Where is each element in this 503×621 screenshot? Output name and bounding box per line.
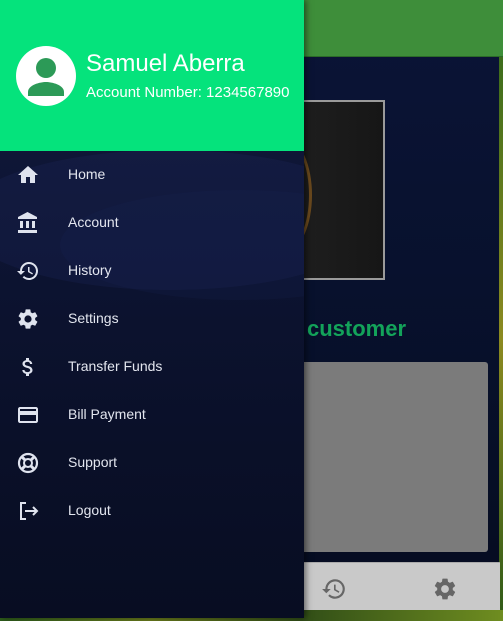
menu-item-label: Logout: [68, 502, 111, 518]
user-name: Samuel Aberra: [86, 50, 245, 77]
credit-card-icon: [18, 407, 38, 423]
history-icon: [17, 262, 38, 280]
lifebuoy-icon: [17, 452, 39, 474]
drawer-header: Samuel Aberra Account Number: 1234567890: [0, 0, 304, 151]
navigation-drawer: Samuel Aberra Account Number: 1234567890…: [0, 0, 304, 618]
menu-item-label: Transfer Funds: [68, 358, 163, 374]
dollar-icon: [22, 358, 33, 376]
gear-icon: [18, 309, 38, 329]
menu-item-account[interactable]: Account: [0, 199, 304, 247]
menu-item-label: Settings: [68, 310, 119, 326]
content-card: [290, 362, 488, 552]
background-image-edge: [499, 57, 503, 621]
account-number: Account Number: 1234567890: [86, 84, 290, 101]
menu-item-logout[interactable]: Logout: [0, 487, 304, 535]
logout-icon: [20, 502, 39, 520]
menu-item-bill-payment[interactable]: Bill Payment: [0, 391, 304, 439]
menu-item-label: Bill Payment: [68, 406, 146, 422]
welcome-text: customer: [307, 316, 407, 341]
menu-item-label: History: [68, 262, 112, 278]
bank-icon: [18, 212, 37, 233]
home-icon: [18, 166, 38, 183]
person-icon: [28, 58, 64, 96]
menu-item-settings[interactable]: Settings: [0, 295, 304, 343]
avatar[interactable]: [16, 46, 76, 106]
history-icon[interactable]: [321, 576, 347, 602]
menu-item-label: Home: [68, 166, 106, 182]
menu-item-support[interactable]: Support: [0, 439, 304, 487]
menu-item-label: Support: [68, 454, 118, 470]
menu-item-transfer-funds[interactable]: Transfer Funds: [0, 343, 304, 391]
menu-item-label: Account: [68, 214, 119, 230]
menu-item-history[interactable]: History: [0, 247, 304, 295]
menu-item-home[interactable]: Home: [0, 151, 304, 199]
settings-icon[interactable]: [432, 576, 458, 602]
